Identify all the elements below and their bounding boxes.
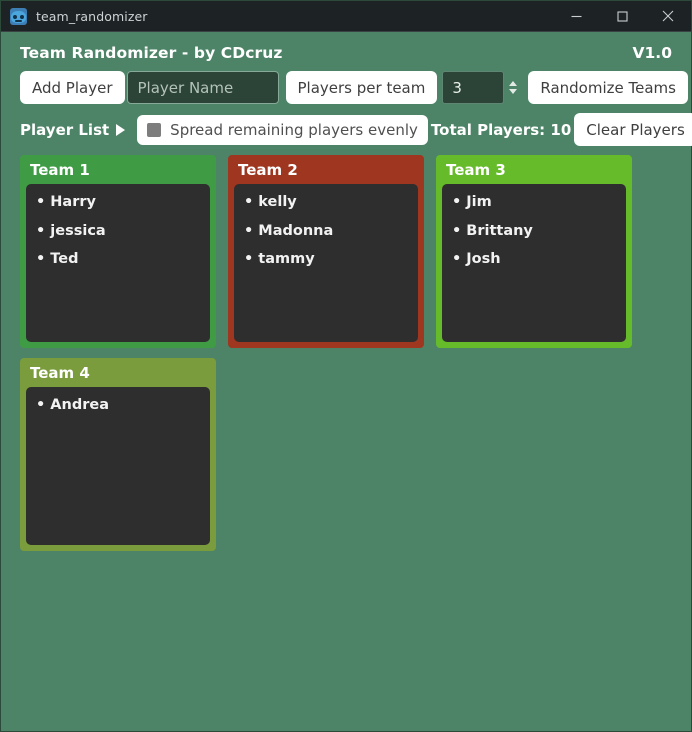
clear-players-button[interactable]: Clear Players — [574, 113, 692, 146]
list-item: • Ted — [36, 250, 200, 279]
bullet-icon: • — [452, 222, 462, 239]
title-bar: team_randomizer — [1, 1, 691, 32]
player-name: Madonna — [258, 222, 334, 239]
minimize-button[interactable] — [553, 1, 599, 32]
player-list-label: Player List — [20, 120, 110, 139]
close-button[interactable] — [645, 1, 691, 32]
caret-right-icon — [116, 123, 126, 136]
player-name: Ted — [50, 251, 79, 267]
bullet-icon: • — [36, 194, 46, 210]
list-item: • Madonna — [244, 222, 408, 251]
teams-area: Team 1 • Harry • jessica • Ted Team 2 • kelly • Mad… — [1, 146, 691, 731]
total-players-count: Total Players: 10 — [430, 120, 572, 139]
list-item: • kelly — [244, 193, 408, 222]
stepper-arrows[interactable] — [504, 71, 521, 104]
team-card: Team 1 • Harry • jessica • Ted — [20, 155, 216, 348]
players-per-team-input[interactable] — [442, 71, 505, 104]
player-name: tammy — [258, 251, 315, 267]
maximize-button[interactable] — [599, 1, 645, 32]
team-card-title: Team 1 — [30, 161, 90, 179]
list-item: • Jim — [452, 193, 616, 222]
spread-players-label: Spread remaining players evenly — [170, 120, 418, 139]
checkbox-box-icon[interactable] — [147, 122, 162, 137]
player-list-expander[interactable]: Player List — [20, 120, 126, 139]
list-item: • tammy — [244, 250, 408, 279]
bullet-icon: • — [244, 194, 254, 210]
app-window: team_randomizer Team Randomizer - by CDc… — [0, 0, 692, 732]
window-controls — [553, 1, 691, 32]
window-title: team_randomizer — [36, 8, 148, 24]
player-name: Josh — [466, 251, 501, 267]
team-card-title: Team 4 — [30, 364, 90, 382]
player-name-input[interactable] — [126, 71, 279, 104]
toolbar-row-primary: Add Player Players per team Randomize Te… — [1, 62, 691, 104]
add-player-button[interactable]: Add Player — [20, 71, 125, 104]
player-name: Jim — [466, 194, 492, 210]
bullet-icon: • — [452, 194, 462, 210]
bullet-icon: • — [36, 222, 46, 239]
version-label: V1.0 — [632, 44, 672, 62]
page-title: Team Randomizer - by CDcruz — [20, 44, 283, 62]
teams-grid: Team 1 • Harry • jessica • Ted Team 2 • kelly • Mad… — [20, 155, 672, 551]
maximize-icon — [616, 10, 628, 22]
randomize-teams-button[interactable]: Randomize Teams — [528, 71, 688, 104]
team-card: Team 4 • Andrea — [20, 358, 216, 551]
team-player-list: • kelly • Madonna • tammy — [234, 184, 418, 342]
list-item: • Andrea — [36, 396, 200, 425]
player-name: Harry — [50, 194, 96, 210]
bullet-icon: • — [36, 397, 46, 413]
minimize-icon — [571, 15, 581, 17]
toolbar-row-secondary: Player List Spread remaining players eve… — [1, 104, 692, 146]
team-card-title: Team 2 — [238, 161, 298, 179]
app-header: Team Randomizer - by CDcruz V1.0 — [1, 32, 691, 62]
player-name: Brittany — [466, 222, 533, 239]
bullet-icon: • — [244, 251, 254, 267]
chevron-down-icon[interactable] — [508, 89, 517, 94]
players-per-team-label: Players per team — [285, 71, 438, 104]
list-item: • jessica — [36, 222, 200, 251]
bullet-icon: • — [244, 222, 254, 239]
team-player-list: • Andrea — [26, 387, 210, 545]
chevron-up-icon[interactable] — [508, 81, 517, 86]
close-icon — [662, 10, 674, 22]
bullet-icon: • — [36, 251, 46, 267]
list-item: • Josh — [452, 250, 616, 279]
players-per-team-stepper[interactable] — [442, 71, 521, 104]
team-player-list: • Jim • Brittany • Josh — [442, 184, 626, 342]
team-player-list: • Harry • jessica • Ted — [26, 184, 210, 342]
spread-players-checkbox[interactable]: Spread remaining players evenly — [137, 114, 428, 145]
bullet-icon: • — [452, 251, 462, 267]
team-card: Team 2 • kelly • Madonna • tammy — [228, 155, 424, 348]
team-card: Team 3 • Jim • Brittany • Josh — [436, 155, 632, 348]
player-name: jessica — [50, 222, 106, 239]
app-icon — [10, 7, 27, 25]
list-item: • Brittany — [452, 222, 616, 251]
title-bar-left: team_randomizer — [1, 7, 553, 25]
player-name: Andrea — [50, 397, 109, 413]
team-card-title: Team 3 — [446, 161, 506, 179]
list-item: • Harry — [36, 193, 200, 222]
player-name: kelly — [258, 194, 297, 210]
